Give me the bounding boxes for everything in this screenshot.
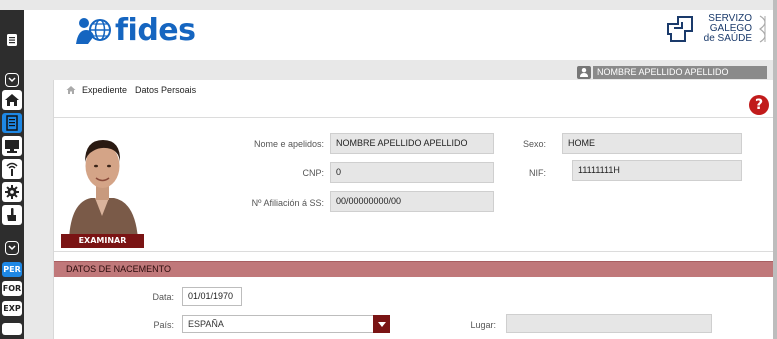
afiliacion-field[interactable]: 00/00000000/00 xyxy=(330,191,494,212)
nome-field[interactable]: NOMBRE APELLIDO APELLIDO xyxy=(330,133,494,154)
breadcrumb-expediente[interactable]: Expediente xyxy=(82,85,127,95)
monitor-icon[interactable] xyxy=(2,136,22,156)
sergas-logo: SERVIZO GALEGO de SAÚDE xyxy=(664,14,772,44)
user-icon xyxy=(577,65,591,79)
fides-logo-icon xyxy=(76,17,111,44)
birth-place-field[interactable] xyxy=(506,314,712,333)
scrollbar[interactable] xyxy=(773,0,777,339)
menu-icon[interactable] xyxy=(2,30,22,50)
lugar-label: Lugar: xyxy=(470,320,496,330)
collapse-icon[interactable] xyxy=(5,241,19,255)
sexo-label: Sexo: xyxy=(522,139,546,149)
divider xyxy=(54,117,777,118)
help-button[interactable]: ? xyxy=(749,95,769,115)
gear-icon[interactable] xyxy=(2,182,22,202)
top-band xyxy=(0,0,777,10)
sergas-cross-icon xyxy=(666,16,693,42)
nif-field[interactable]: 11111111H xyxy=(572,160,742,181)
user-pill: NOMBRE APELLIDO APELLIDO × xyxy=(577,65,777,79)
sidebar: PER FOR EXP xyxy=(0,10,24,339)
profile-photo xyxy=(61,124,144,239)
data-label: Data: xyxy=(152,292,174,302)
cnp-label: CNP: xyxy=(302,168,324,178)
extra-nav-button[interactable] xyxy=(2,323,22,335)
country-select[interactable]: ESPAÑA xyxy=(182,315,390,333)
examinar-button[interactable]: EXAMINAR xyxy=(61,234,144,248)
sergas-text: SERVIZO GALEGO de SAÚDE xyxy=(703,13,752,44)
user-bar: NOMBRE APELLIDO APELLIDO × xyxy=(24,64,777,80)
country-select-value: ESPAÑA xyxy=(188,319,224,329)
afiliacion-label: Nº Afiliación á SS: xyxy=(251,198,324,208)
sexo-field[interactable]: HOME xyxy=(562,133,742,154)
collapse-icon[interactable] xyxy=(5,73,19,87)
app-logo[interactable]: fides xyxy=(74,13,196,48)
section-title: DATOS DE NACEMENTO xyxy=(66,264,172,274)
app-name: fides xyxy=(115,13,196,48)
user-name: NOMBRE APELLIDO APELLIDO xyxy=(593,65,767,79)
app-window: PER FOR EXP fides SERVIZO GALEGO de SAÚD… xyxy=(0,0,777,339)
signal-icon[interactable] xyxy=(2,159,22,179)
nome-label: Nome e apelidos: xyxy=(253,139,324,149)
pais-label: País: xyxy=(153,320,174,330)
sergas-emblem-icon xyxy=(758,15,766,43)
birth-date-field[interactable]: 01/01/1970 xyxy=(182,287,242,306)
document-icon[interactable] xyxy=(2,113,22,133)
hand-icon[interactable] xyxy=(2,205,22,225)
nav-exp-button[interactable]: EXP xyxy=(2,301,22,316)
breadcrumb: Expediente Datos Persoais xyxy=(66,85,196,95)
home-icon[interactable] xyxy=(66,85,76,95)
home-icon[interactable] xyxy=(2,90,22,110)
divider xyxy=(54,251,777,252)
main-content: Expediente Datos Persoais ? EXAMINAR Nom… xyxy=(53,80,777,339)
section-header-nacemento: DATOS DE NACEMENTO xyxy=(54,261,777,277)
nav-per-button[interactable]: PER xyxy=(2,262,22,277)
breadcrumb-datos-persoais: Datos Persoais xyxy=(135,85,197,95)
nif-label: NIF: xyxy=(529,168,546,178)
header: fides SERVIZO GALEGO de SAÚDE xyxy=(24,10,777,60)
cnp-field[interactable]: 0 xyxy=(330,162,494,183)
nav-for-button[interactable]: FOR xyxy=(2,281,22,296)
chevron-down-icon[interactable] xyxy=(373,315,390,333)
